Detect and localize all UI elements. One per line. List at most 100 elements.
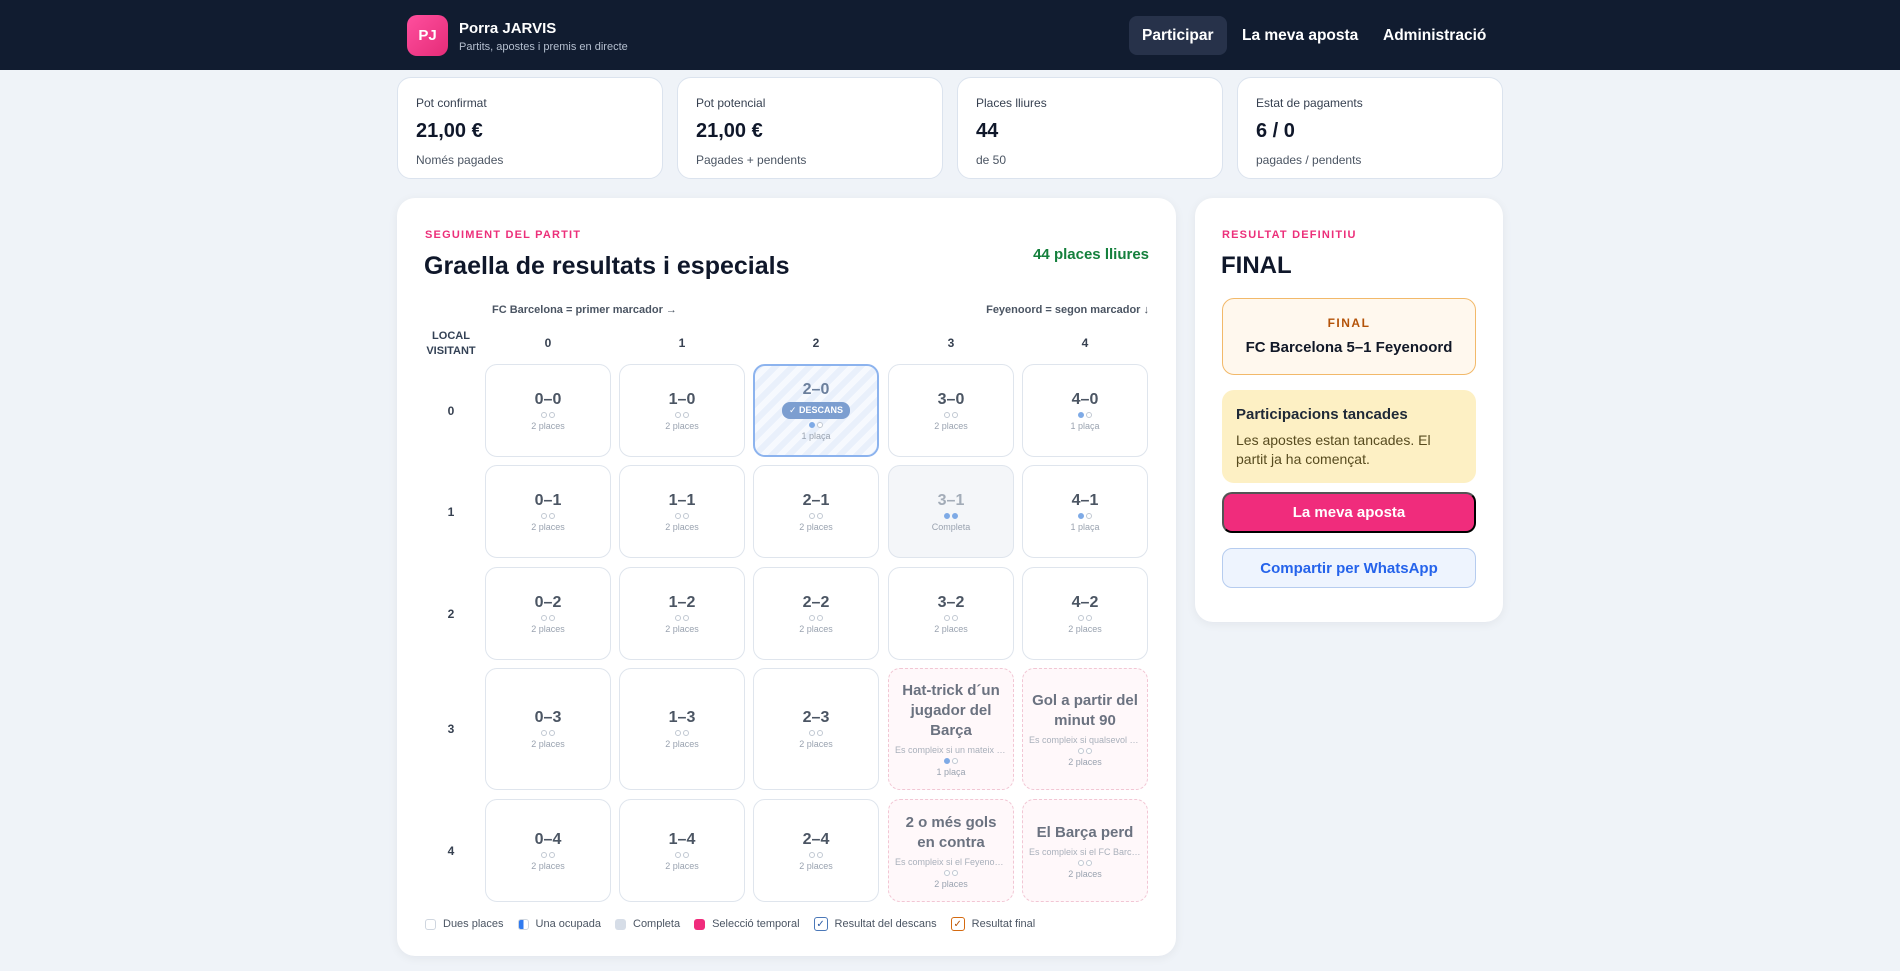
score-cell[interactable]: 2–0 ✓ DESCANS 1 plaça (753, 364, 879, 457)
occupancy-dot (675, 614, 681, 621)
score-cell[interactable]: 3–2 2 places (888, 567, 1014, 660)
occupancy-dot (549, 730, 555, 736)
score-cell[interactable]: 4–2 2 places (1022, 567, 1148, 660)
occupancy-dots (809, 614, 823, 621)
stat-sub: pagades / pendents (1256, 153, 1362, 167)
score-cell[interactable]: 0–3 2 places (485, 668, 611, 790)
special-bet-cell[interactable]: 2 o més gols en contra Es compleix si el … (888, 799, 1014, 902)
cell-score: 4–1 (1071, 491, 1099, 509)
occupancy-dot (944, 869, 950, 876)
occupancy-dots (1078, 411, 1092, 418)
cell-places: 2 places (799, 739, 833, 749)
halftime-badge: ✓ DESCANS (781, 401, 851, 419)
score-cell[interactable]: 3–0 2 places (888, 364, 1014, 457)
score-cell[interactable]: 2–3 2 places (753, 668, 879, 790)
occupancy-dot (1086, 614, 1092, 621)
bets-closed-notice: Participacions tancades Les apostes esta… (1222, 390, 1476, 483)
row-header-1: 1 (447, 504, 455, 519)
cell-score: 3–1 (937, 491, 965, 509)
column-header-2: 2 (812, 336, 820, 350)
cell-places: 2 places (531, 860, 565, 871)
occupancy-dots (675, 851, 689, 858)
score-cell[interactable]: 1–2 2 places (619, 567, 745, 660)
grid-legend: Dues places Una ocupada Completa Selecci… (425, 917, 1049, 931)
occupancy-dots (541, 512, 555, 519)
occupancy-dot (809, 851, 815, 858)
occupancy-dots (1078, 512, 1092, 519)
nav-la-meva-aposta[interactable]: La meva aposta (1229, 16, 1371, 55)
legend-label: Dues places (443, 918, 504, 930)
score-cell[interactable]: 1–0 2 places (619, 364, 745, 457)
occupancy-dots (1078, 748, 1092, 754)
occupancy-dot (952, 758, 958, 764)
cell-places: 2 places (799, 860, 833, 871)
stat-card-pot-confirmat: Pot confirmat 21,00 € Només pagades (397, 77, 663, 179)
occupancy-dot (809, 421, 815, 428)
legend-swatch (517, 918, 529, 930)
column-header-1: 1 (678, 336, 686, 350)
legend-label: Selecció temporal (712, 918, 800, 930)
stat-sub: de 50 (976, 153, 1007, 167)
legend-item-one-occupied: Una ocupada (517, 918, 601, 930)
legend-label: Resultat final (971, 918, 1036, 930)
stat-label: Places lliures (976, 96, 1047, 110)
cell-description: Es compleix si el FC Barcelona perd el p… (1029, 846, 1141, 857)
occupancy-dot (683, 512, 689, 519)
check-icon: ✓ (813, 917, 828, 931)
occupancy-dot (817, 851, 823, 858)
legend-swatch (694, 918, 706, 930)
occupancy-dot (675, 851, 681, 858)
cell-description: Es compleix si un mateix jugador del Bar… (895, 745, 1007, 755)
result-eyebrow: RESULTAT DEFINITIU (1222, 229, 1357, 241)
stat-value: 21,00 € (416, 120, 483, 142)
final-score-box: FINAL FC Barcelona 5–1 Feyenoord (1222, 298, 1476, 375)
occupancy-dot (809, 614, 815, 621)
occupancy-dots (944, 512, 958, 519)
cell-score: 2–2 (802, 593, 830, 611)
score-cell[interactable]: 0–1 2 places (485, 465, 611, 558)
occupancy-dot (683, 730, 689, 736)
score-cell[interactable]: 2–4 2 places (753, 799, 879, 902)
score-cell[interactable]: 4–0 1 plaça (1022, 364, 1148, 457)
score-cell[interactable]: 2–1 2 places (753, 465, 879, 558)
occupancy-dot (541, 614, 547, 621)
score-cell[interactable]: 0–0 2 places (485, 364, 611, 457)
score-cell[interactable]: 0–4 2 places (485, 799, 611, 902)
score-cell[interactable]: 0–2 2 places (485, 567, 611, 660)
cell-places: 1 plaça (936, 767, 966, 777)
cell-score: 1–4 (668, 830, 696, 848)
score-cell[interactable]: 3–1 Completa (888, 465, 1014, 558)
my-bet-button[interactable]: La meva aposta (1222, 492, 1476, 533)
cell-description: Es compleix si el Feyenoord marca dos o … (895, 856, 1007, 867)
check-icon: ✓ (950, 917, 965, 931)
occupancy-dot (944, 758, 950, 764)
special-bet-cell[interactable]: El Barça perd Es compleix si el FC Barcel… (1022, 799, 1148, 902)
occupancy-dot (675, 411, 681, 418)
stat-label: Pot potencial (696, 96, 766, 110)
special-bet-cell[interactable]: Hat-trick d´un jugador del Barça Es compl… (888, 668, 1014, 790)
score-cell[interactable]: 1–4 2 places (619, 799, 745, 902)
score-cell[interactable]: 1–1 2 places (619, 465, 745, 558)
occupancy-dots (809, 851, 823, 858)
nav-administracio[interactable]: Administració (1370, 16, 1499, 55)
score-cell[interactable]: 1–3 2 places (619, 668, 745, 790)
nav-participar[interactable]: Participar (1129, 16, 1227, 55)
brand-logo[interactable]: PJ (407, 15, 448, 56)
share-whatsapp-button[interactable]: Compartir per WhatsApp (1222, 548, 1476, 588)
score-cell[interactable]: 2–2 2 places (753, 567, 879, 660)
occupancy-dots (675, 411, 689, 418)
cell-places: 1 plaça (1070, 420, 1100, 431)
cell-places: 2 places (1068, 757, 1102, 767)
axis-away-label: Feyenoord = segon marcador ↓ (986, 304, 1149, 316)
legend-label: Una ocupada (535, 918, 601, 930)
brand-subtitle: Partits, apostes i premis en directe (459, 41, 628, 53)
cell-places: 2 places (934, 878, 968, 889)
legend-item-final-result: ✓ Resultat final (950, 917, 1036, 931)
special-bet-cell[interactable]: Gol a partir del minut 90 Es compleix si … (1022, 668, 1148, 790)
occupancy-dots (1078, 614, 1092, 621)
corner-local: LOCAL (432, 330, 470, 342)
cell-score: 1–1 (668, 491, 696, 509)
cell-score: 0–3 (534, 709, 562, 726)
stat-sub: Només pagades (416, 153, 504, 167)
score-cell[interactable]: 4–1 1 plaça (1022, 465, 1148, 558)
